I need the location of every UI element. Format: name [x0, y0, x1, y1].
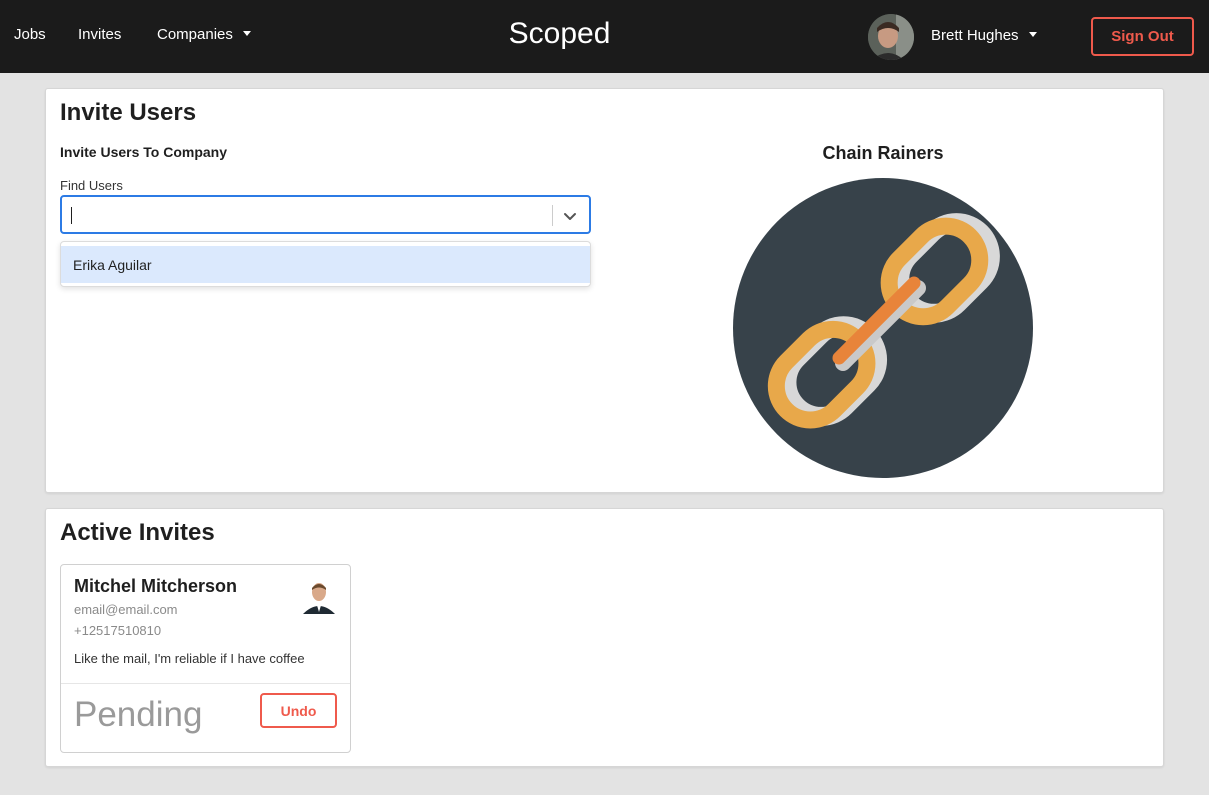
user-suggestions-dropdown: Erika Aguilar — [60, 241, 591, 287]
invitee-name: Mitchel Mitcherson — [74, 576, 238, 596]
company-name: Chain Rainers — [822, 143, 944, 163]
user-avatar[interactable] — [868, 14, 914, 60]
invite-users-title: Invite Users — [60, 99, 197, 126]
invitee-phone: +12517510810 — [74, 623, 162, 638]
sign-out-button[interactable]: Sign Out — [1091, 17, 1194, 56]
chain-link-logo — [733, 178, 1033, 478]
active-invites-title: Active Invites — [60, 519, 215, 546]
invitee-avatar — [301, 578, 337, 614]
find-users-input[interactable] — [70, 204, 540, 226]
user-name: Brett Hughes — [931, 27, 1019, 44]
select-separator — [552, 205, 553, 226]
active-invites-panel: Active Invites Mitchel Mitcherson email@… — [45, 508, 1164, 767]
invite-card: Mitchel Mitcherson email@email.com +1251… — [60, 564, 351, 753]
find-users-select[interactable] — [60, 195, 591, 234]
invitee-bio: Like the mail, I'm reliable if I have co… — [74, 651, 305, 666]
invite-status: Pending — [74, 695, 203, 734]
find-users-label: Find Users — [60, 178, 123, 193]
undo-invite-button[interactable]: Undo — [260, 693, 337, 728]
invite-users-subtitle: Invite Users To Company — [60, 144, 228, 160]
card-divider — [61, 683, 350, 684]
top-navbar: Jobs Invites Companies Scoped Brett Hugh… — [0, 0, 1209, 73]
chevron-down-icon[interactable] — [561, 207, 579, 225]
user-menu[interactable]: Brett Hughes — [931, 27, 1037, 44]
dropdown-option[interactable]: Erika Aguilar — [61, 246, 590, 283]
text-cursor — [71, 207, 72, 224]
caret-down-icon — [1028, 32, 1037, 37]
invitee-email: email@email.com — [74, 602, 178, 617]
invite-users-panel: Invite Users Invite Users To Company Fin… — [45, 88, 1164, 493]
